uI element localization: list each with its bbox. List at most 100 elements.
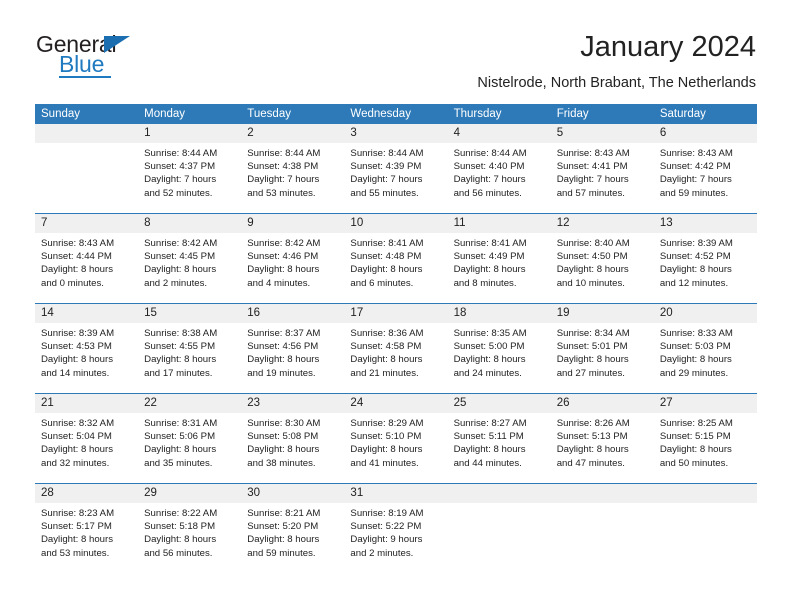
day-of-week-header: Saturday <box>659 108 706 120</box>
day-details: Sunrise: 8:26 AM Sunset: 5:13 PM Daylight:… <box>551 413 654 470</box>
calendar-day-cell[interactable]: 25 Sunrise: 8:27 AM Sunset: 5:11 PM Dayligh… <box>447 394 551 483</box>
calendar-day-cell[interactable]: 9 Sunrise: 8:42 AM Sunset: 4:46 PM Daylight… <box>241 214 345 303</box>
day-detail-line: and 24 minutes. <box>453 367 522 379</box>
day-detail-line: Sunrise: 8:30 AM <box>247 418 321 429</box>
calendar-day-cell[interactable]: 27 Sunrise: 8:25 AM Sunset: 5:15 PM Dayligh… <box>653 394 757 483</box>
day-detail-line: Sunrise: 8:36 AM <box>350 328 424 339</box>
day-detail-line: Daylight: 8 hours <box>41 264 113 276</box>
day-details: Sunrise: 8:30 AM Sunset: 5:08 PM Daylight:… <box>241 413 344 470</box>
day-detail-line: and 27 minutes. <box>556 367 625 379</box>
calendar-day-cell[interactable]: 14 Sunrise: 8:39 AM Sunset: 4:53 PM Dayligh… <box>35 304 139 393</box>
calendar-day-cell[interactable]: 26 Sunrise: 8:26 AM Sunset: 5:13 PM Dayligh… <box>550 394 654 483</box>
day-number: 28 <box>35 484 139 503</box>
calendar-day-cell[interactable]: 28 Sunrise: 8:23 AM Sunset: 5:17 PM Dayligh… <box>35 484 139 573</box>
day-detail-line: Sunrise: 8:43 AM <box>556 148 630 159</box>
day-number: 7 <box>35 214 139 233</box>
day-detail-line: Sunset: 5:03 PM <box>659 341 731 353</box>
day-details <box>448 503 551 507</box>
calendar-day-cell[interactable]: 22 Sunrise: 8:31 AM Sunset: 5:06 PM Dayligh… <box>138 394 242 483</box>
day-detail-line: Sunset: 5:22 PM <box>350 521 422 533</box>
day-detail-line: Sunset: 4:56 PM <box>247 341 319 353</box>
calendar-day-cell[interactable]: 5 Sunrise: 8:43 AM Sunset: 4:41 PM Daylight… <box>550 124 654 213</box>
day-details: Sunrise: 8:35 AM Sunset: 5:00 PM Daylight:… <box>448 323 551 380</box>
day-details <box>35 143 138 147</box>
day-number: 31 <box>344 484 448 503</box>
day-detail-line: and 17 minutes. <box>144 367 213 379</box>
day-detail-line: Daylight: 8 hours <box>144 444 217 456</box>
calendar-week-cells: 14 Sunrise: 8:39 AM Sunset: 4:53 PM Dayligh… <box>35 304 757 393</box>
calendar-day-cell[interactable]: 15 Sunrise: 8:38 AM Sunset: 4:55 PM Dayligh… <box>138 304 242 393</box>
day-details: Sunrise: 8:44 AM Sunset: 4:38 PM Daylight:… <box>241 143 344 200</box>
calendar-week-row: 28 Sunrise: 8:23 AM Sunset: 5:17 PM Dayligh… <box>35 483 757 573</box>
day-details: Sunrise: 8:39 AM Sunset: 4:52 PM Daylight:… <box>654 233 757 290</box>
calendar-day-cell[interactable]: 13 Sunrise: 8:39 AM Sunset: 4:52 PM Dayligh… <box>653 214 757 303</box>
day-detail-line: Sunset: 4:52 PM <box>659 251 731 263</box>
calendar-cell-empty <box>653 484 757 573</box>
day-detail-line: and 38 minutes. <box>247 457 316 469</box>
calendar-day-cell[interactable]: 23 Sunrise: 8:30 AM Sunset: 5:08 PM Dayligh… <box>241 394 345 483</box>
day-of-week-header: Monday <box>144 108 186 120</box>
calendar-day-cell[interactable]: 29 Sunrise: 8:22 AM Sunset: 5:18 PM Dayligh… <box>138 484 242 573</box>
day-number: 29 <box>138 484 242 503</box>
day-detail-line: Daylight: 9 hours <box>350 534 423 546</box>
calendar-day-cell[interactable]: 4 Sunrise: 8:44 AM Sunset: 4:40 PM Daylight… <box>447 124 551 213</box>
day-detail-line: Daylight: 8 hours <box>350 264 423 276</box>
calendar-day-cell[interactable]: 17 Sunrise: 8:36 AM Sunset: 4:58 PM Dayligh… <box>344 304 448 393</box>
day-detail-line: Sunset: 4:49 PM <box>453 251 525 263</box>
day-detail-line: Sunset: 4:58 PM <box>350 341 422 353</box>
day-number: 4 <box>447 124 551 143</box>
day-detail-line: Sunrise: 8:32 AM <box>41 418 115 429</box>
day-details: Sunrise: 8:43 AM Sunset: 4:42 PM Daylight:… <box>654 143 757 200</box>
brand-logo[interactable]: General Blue <box>36 31 236 83</box>
day-detail-line: Sunrise: 8:41 AM <box>350 238 424 249</box>
calendar-day-cell[interactable]: 21 Sunrise: 8:32 AM Sunset: 5:04 PM Dayligh… <box>35 394 139 483</box>
calendar-day-cell[interactable]: 12 Sunrise: 8:40 AM Sunset: 4:50 PM Dayligh… <box>550 214 654 303</box>
day-number: 1 <box>138 124 242 143</box>
calendar-day-cell[interactable]: 16 Sunrise: 8:37 AM Sunset: 4:56 PM Dayligh… <box>241 304 345 393</box>
calendar-day-cell[interactable]: 30 Sunrise: 8:21 AM Sunset: 5:20 PM Dayligh… <box>241 484 345 573</box>
day-detail-line: Sunrise: 8:41 AM <box>453 238 527 249</box>
calendar-day-cell[interactable]: 2 Sunrise: 8:44 AM Sunset: 4:38 PM Daylight… <box>241 124 345 213</box>
calendar-day-cell[interactable]: 7 Sunrise: 8:43 AM Sunset: 4:44 PM Daylight… <box>35 214 139 303</box>
calendar-day-cell[interactable]: 19 Sunrise: 8:34 AM Sunset: 5:01 PM Dayligh… <box>550 304 654 393</box>
day-detail-line: and 44 minutes. <box>453 457 522 469</box>
day-detail-line: Sunrise: 8:42 AM <box>247 238 321 249</box>
day-detail-line: Sunrise: 8:40 AM <box>556 238 630 249</box>
day-detail-line: Daylight: 8 hours <box>41 444 113 456</box>
day-detail-line: and 6 minutes. <box>350 277 414 289</box>
calendar-day-cell[interactable]: 11 Sunrise: 8:41 AM Sunset: 4:49 PM Dayligh… <box>447 214 551 303</box>
day-number: 11 <box>447 214 551 233</box>
calendar-day-cell[interactable]: 6 Sunrise: 8:43 AM Sunset: 4:42 PM Daylight… <box>653 124 757 213</box>
day-number: 12 <box>550 214 654 233</box>
day-detail-line: and 56 minutes. <box>144 547 213 559</box>
day-number <box>447 484 551 503</box>
day-detail-line: Sunrise: 8:37 AM <box>247 328 321 339</box>
calendar-day-cell[interactable]: 8 Sunrise: 8:42 AM Sunset: 4:45 PM Daylight… <box>138 214 242 303</box>
day-detail-line: Daylight: 8 hours <box>350 354 423 366</box>
calendar-cell-empty <box>35 124 139 213</box>
day-detail-line: and 57 minutes. <box>556 187 625 199</box>
day-detail-line: and 29 minutes. <box>659 367 729 379</box>
day-detail-line: and 50 minutes. <box>659 457 729 469</box>
day-detail-line: and 19 minutes. <box>247 367 316 379</box>
day-detail-line: Daylight: 7 hours <box>659 174 732 186</box>
day-number: 3 <box>344 124 448 143</box>
day-number: 26 <box>550 394 654 413</box>
day-detail-line: Daylight: 8 hours <box>556 264 629 276</box>
calendar-day-cell[interactable]: 20 Sunrise: 8:33 AM Sunset: 5:03 PM Dayligh… <box>653 304 757 393</box>
calendar-day-cell[interactable]: 31 Sunrise: 8:19 AM Sunset: 5:22 PM Dayligh… <box>344 484 448 573</box>
day-detail-line: Sunrise: 8:26 AM <box>556 418 630 429</box>
day-details: Sunrise: 8:19 AM Sunset: 5:22 PM Daylight:… <box>344 503 447 560</box>
calendar-day-cell[interactable]: 1 Sunrise: 8:44 AM Sunset: 4:37 PM Daylight… <box>138 124 242 213</box>
day-detail-line: Sunset: 4:53 PM <box>41 341 112 353</box>
calendar-day-cell[interactable]: 3 Sunrise: 8:44 AM Sunset: 4:39 PM Daylight… <box>344 124 448 213</box>
day-detail-line: Daylight: 8 hours <box>41 354 113 366</box>
day-number: 9 <box>241 214 345 233</box>
calendar-day-cell[interactable]: 24 Sunrise: 8:29 AM Sunset: 5:10 PM Dayligh… <box>344 394 448 483</box>
calendar-day-cell[interactable]: 18 Sunrise: 8:35 AM Sunset: 5:00 PM Dayligh… <box>447 304 551 393</box>
day-of-week-header: Friday <box>556 108 589 120</box>
day-detail-line: Daylight: 7 hours <box>556 174 629 186</box>
calendar-day-cell[interactable]: 10 Sunrise: 8:41 AM Sunset: 4:48 PM Dayligh… <box>344 214 448 303</box>
day-detail-line: and 2 minutes. <box>350 547 414 559</box>
day-detail-line: Sunset: 5:13 PM <box>556 431 628 443</box>
